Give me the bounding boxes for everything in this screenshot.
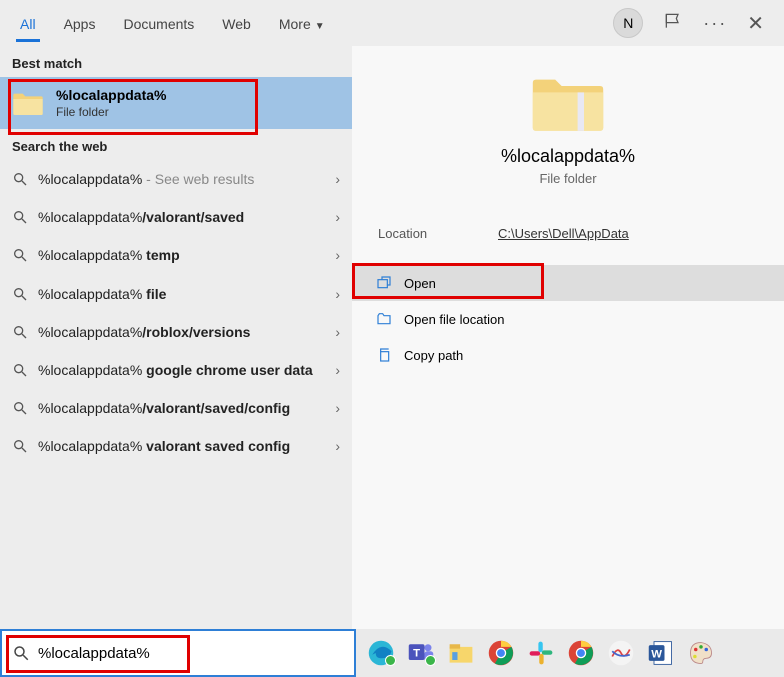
search-icon [12, 400, 28, 416]
web-result-item[interactable]: %localappdata%/valorant/saved/config › [0, 389, 352, 427]
web-result-item[interactable]: %localappdata% valorant saved config › [0, 427, 352, 465]
chevron-right-icon: › [335, 209, 340, 225]
search-icon [12, 438, 28, 454]
search-icon [12, 171, 28, 187]
web-result-text: %localappdata% temp [38, 246, 325, 264]
web-result-item[interactable]: %localappdata% temp › [0, 236, 352, 274]
taskbar-word-icon[interactable]: W [644, 636, 678, 670]
web-result-item[interactable]: %localappdata% google chrome user data › [0, 351, 352, 389]
web-result-text: %localappdata% google chrome user data [38, 361, 325, 379]
feedback-icon[interactable] [663, 11, 683, 36]
close-icon[interactable]: ✕ [747, 11, 764, 36]
search-icon [12, 324, 28, 340]
web-result-item[interactable]: %localappdata%/roblox/versions › [0, 313, 352, 351]
section-bestmatch-label: Best match [0, 46, 352, 77]
svg-text:W: W [651, 648, 662, 660]
action-copy-path-label: Copy path [404, 348, 463, 363]
search-icon [12, 286, 28, 302]
bestmatch-item[interactable]: %localappdata% File folder [0, 77, 352, 129]
bestmatch-title: %localappdata% [56, 87, 166, 103]
tab-all[interactable]: All [6, 4, 50, 42]
folder-open-icon [376, 311, 392, 327]
taskbar-paint-icon[interactable] [684, 636, 718, 670]
action-open[interactable]: Open [352, 265, 784, 301]
chevron-right-icon: › [335, 324, 340, 340]
tab-more[interactable]: More ▼ [265, 4, 339, 42]
search-icon [12, 644, 30, 662]
action-open-label: Open [404, 276, 436, 291]
chevron-right-icon: › [335, 247, 340, 263]
tab-web[interactable]: Web [208, 4, 265, 42]
search-icon [12, 209, 28, 225]
preview-title: %localappdata% [501, 146, 635, 167]
chevron-right-icon: › [335, 362, 340, 378]
folder-icon [12, 89, 44, 117]
preview-subtitle: File folder [539, 171, 596, 186]
taskbar-app-icon[interactable] [604, 636, 638, 670]
chevron-right-icon: › [335, 400, 340, 416]
web-result-text: %localappdata%/valorant/saved/config [38, 399, 325, 417]
tab-documents[interactable]: Documents [109, 4, 208, 42]
taskbar-edge-icon[interactable] [364, 636, 398, 670]
search-icon [12, 247, 28, 263]
open-icon [376, 275, 392, 291]
action-open-location-label: Open file location [404, 312, 504, 327]
web-result-item[interactable]: %localappdata% - See web results › [0, 160, 352, 198]
tab-more-label: More [279, 16, 311, 32]
chevron-right-icon: › [335, 286, 340, 302]
tab-apps[interactable]: Apps [50, 4, 110, 42]
action-open-location[interactable]: Open file location [352, 301, 784, 337]
taskbar-slack-icon[interactable] [524, 636, 558, 670]
web-result-item[interactable]: %localappdata%/valorant/saved › [0, 198, 352, 236]
section-searchweb-label: Search the web [0, 129, 352, 160]
web-result-text: %localappdata% - See web results [38, 170, 325, 188]
search-input[interactable] [38, 645, 344, 662]
web-result-item[interactable]: %localappdata% file › [0, 275, 352, 313]
taskbar-chrome-icon[interactable] [484, 636, 518, 670]
action-copy-path[interactable]: Copy path [352, 337, 784, 373]
web-result-text: %localappdata% valorant saved config [38, 437, 325, 455]
chevron-right-icon: › [335, 438, 340, 454]
chevron-right-icon: › [335, 171, 340, 187]
bestmatch-subtitle: File folder [56, 105, 166, 119]
search-icon [12, 362, 28, 378]
taskbar: T W [356, 629, 784, 677]
user-avatar[interactable]: N [613, 8, 643, 38]
location-value[interactable]: C:\Users\Dell\AppData [498, 226, 629, 241]
folder-icon [529, 70, 607, 134]
svg-text:T: T [413, 648, 420, 660]
web-result-text: %localappdata%/roblox/versions [38, 323, 325, 341]
location-label: Location [378, 226, 498, 241]
web-result-text: %localappdata% file [38, 285, 325, 303]
web-result-text: %localappdata%/valorant/saved [38, 208, 325, 226]
search-bar[interactable] [0, 629, 356, 677]
more-options-icon[interactable]: ··· [703, 13, 727, 34]
taskbar-chrome2-icon[interactable] [564, 636, 598, 670]
copy-icon [376, 347, 392, 363]
taskbar-teams-icon[interactable]: T [404, 636, 438, 670]
chevron-down-icon: ▼ [315, 21, 325, 32]
taskbar-explorer-icon[interactable] [444, 636, 478, 670]
